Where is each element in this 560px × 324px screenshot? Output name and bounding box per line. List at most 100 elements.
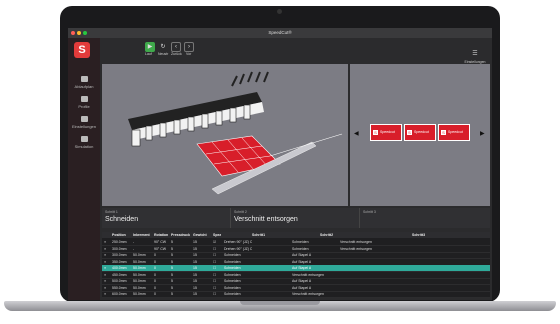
checkbox[interactable]: ☐: [213, 285, 216, 291]
table-cell[interactable]: 15: [193, 272, 197, 278]
table-cell: 400.0mm: [112, 266, 127, 270]
table-cell[interactable]: 5: [171, 252, 173, 258]
table-cell: 550.0mm: [112, 285, 127, 290]
nav-right-icon[interactable]: ▶: [480, 130, 485, 137]
table-cell[interactable]: 5: [171, 259, 173, 265]
drag-handle-icon[interactable]: ≡: [104, 291, 106, 297]
close-window-button[interactable]: [71, 31, 75, 35]
table-cell: 300.0mm: [112, 246, 127, 251]
sidebar-item-ablaufplan[interactable]: Ablaufplan: [68, 76, 100, 89]
checkbox[interactable]: ☐: [213, 291, 216, 297]
table-cell[interactable]: 5: [171, 285, 173, 291]
minimize-window-button[interactable]: [77, 31, 81, 35]
drag-handle-icon[interactable]: ≡: [104, 285, 106, 291]
table-cell: 250.0mm: [112, 240, 127, 244]
checkbox[interactable]: ☐: [213, 246, 216, 252]
table-cell[interactable]: 5: [171, 272, 173, 278]
sidebar-item-profile[interactable]: Profile: [68, 96, 100, 109]
table-cell: Verschnitt entsorgen: [292, 292, 324, 296]
table-cell: 50.0mm: [133, 279, 146, 283]
drag-handle-icon[interactable]: ≡: [104, 265, 106, 271]
table-cell: Schneiden: [224, 253, 241, 257]
checkbox[interactable]: ☐: [213, 259, 216, 265]
nav-left-icon[interactable]: ◀: [354, 130, 359, 137]
table-cell: 600.0mm: [112, 292, 127, 296]
table-cell: 90° CW: [154, 246, 167, 251]
zoom-window-button[interactable]: [83, 31, 87, 35]
table-cell: 50.0mm: [133, 253, 146, 257]
label-card-text: Speedcut: [380, 130, 395, 134]
table-cell[interactable]: 15: [193, 285, 197, 291]
play-button[interactable]: ▶: [145, 42, 155, 52]
table-cell: 500.0mm: [112, 279, 127, 283]
table-cell: 0: [154, 292, 156, 296]
table-cell[interactable]: 15: [193, 291, 197, 297]
sliders-icon: ☰: [472, 51, 478, 57]
table-cell: 300.0mm: [112, 253, 127, 257]
table-cell[interactable]: 15: [193, 265, 197, 271]
table-cell: 50.0mm: [133, 285, 146, 290]
step-2[interactable]: Schritt 2 Verschnitt entsorgen: [231, 208, 360, 228]
column-header: Schritt2: [320, 233, 334, 237]
camera-icon: [277, 9, 282, 14]
2d-view[interactable]: ◀ S Speedcut S Speedcut S Speedcut ▶: [350, 64, 490, 206]
checkbox[interactable]: ☑: [213, 239, 216, 245]
table-cell[interactable]: 5: [171, 265, 173, 271]
3d-view[interactable]: [102, 64, 348, 206]
laptop-notch: [240, 301, 320, 305]
table-cell[interactable]: 5: [171, 278, 173, 284]
table-cell: -: [133, 246, 135, 251]
drag-handle-icon[interactable]: ≡: [104, 272, 106, 278]
laptop-lid: SpeedCut® S Ablaufplan Profile Einstellu…: [60, 6, 500, 302]
table-cell[interactable]: 5: [171, 291, 173, 297]
drag-handle-icon[interactable]: ≡: [104, 246, 106, 252]
table-cell: 50.0mm: [133, 259, 146, 264]
table-cell: Auf Stapel A: [292, 279, 312, 283]
table-cell: -: [133, 240, 135, 244]
table-cell[interactable]: 5: [171, 246, 173, 252]
drag-handle-icon[interactable]: ≡: [104, 259, 106, 265]
step-3[interactable]: Schritt 3: [360, 208, 490, 228]
label-card: S Speedcut: [438, 124, 470, 141]
table-cell[interactable]: 15: [193, 278, 197, 284]
back-icon: ‹: [175, 44, 177, 50]
table-cell: 50.0mm: [133, 266, 146, 270]
reset-button[interactable]: ↻: [158, 42, 168, 52]
drag-handle-icon[interactable]: ≡: [104, 239, 106, 245]
table-cell: Auf Stapel A: [292, 285, 312, 290]
step-1[interactable]: Schritt 1 Schneiden: [102, 208, 231, 228]
app-window: SpeedCut® S Ablaufplan Profile Einstellu…: [68, 28, 492, 300]
table-cell[interactable]: 15: [193, 246, 197, 252]
table-cell[interactable]: 5: [171, 239, 173, 245]
settings-button[interactable]: ☰ Einstellungen: [464, 42, 486, 64]
sidebar-item-simulation[interactable]: Simulation: [68, 136, 100, 149]
checkbox[interactable]: ☐: [213, 272, 216, 278]
forward-button[interactable]: ›: [184, 42, 194, 52]
sidebar-item-label: Ablaufplan: [74, 84, 94, 89]
table-row[interactable]: ≡ 600.0mm 50.0mm 0 5 15 Schneiden Verschnitt en…: [102, 291, 490, 298]
sidebar-item-einstellungen[interactable]: Einstellungen: [68, 116, 100, 129]
drag-handle-icon[interactable]: ≡: [104, 252, 106, 258]
step-label: Schritt 3: [363, 210, 376, 214]
checkbox[interactable]: ☐: [213, 265, 216, 271]
table-cell: Verschnitt entsorgen: [340, 240, 372, 244]
table-cell[interactable]: 15: [193, 252, 197, 258]
checkbox[interactable]: ☐: [213, 252, 216, 258]
play-label: Lauf: [145, 52, 152, 56]
s-logo-icon: S: [441, 129, 446, 135]
label-card: S Speedcut: [404, 124, 436, 141]
positions-table: Position Inkrement Rotation Pressdruck G…: [102, 232, 490, 298]
table-cell: Auf Stapel A: [292, 266, 312, 270]
simulation-icon: [80, 136, 88, 142]
sidebar: S Ablaufplan Profile Einstellungen Simul…: [68, 38, 100, 300]
table-cell[interactable]: 15: [193, 259, 197, 265]
list-icon: [80, 76, 88, 82]
table-cell[interactable]: 15: [193, 239, 197, 245]
drag-handle-icon[interactable]: ≡: [104, 278, 106, 284]
back-label: Zurück: [171, 52, 182, 56]
reset-label: Neustr: [158, 52, 169, 56]
app-logo: S: [74, 42, 90, 58]
back-button[interactable]: ‹: [171, 42, 181, 52]
profile-icon: [80, 96, 88, 102]
checkbox[interactable]: ☐: [213, 278, 216, 284]
